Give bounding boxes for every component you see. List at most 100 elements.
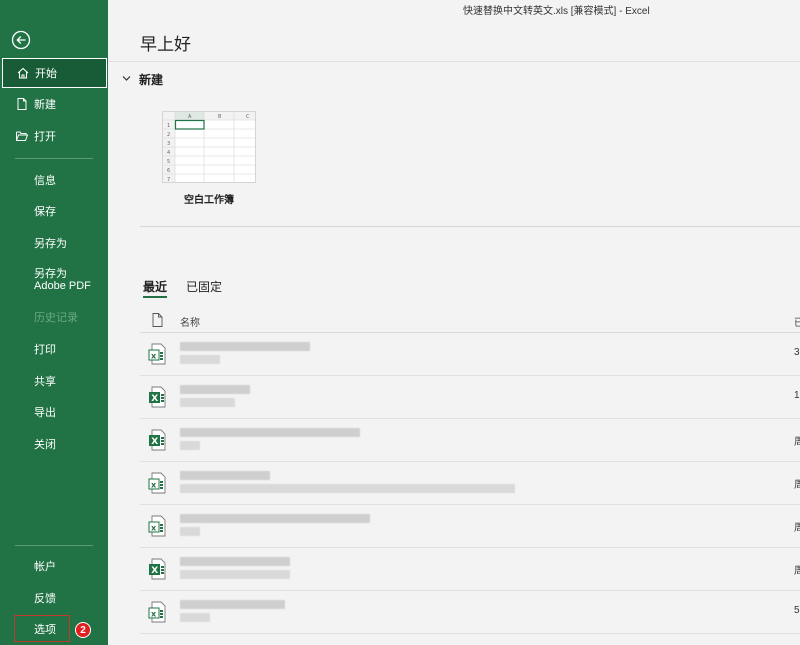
redacted-file-path — [180, 484, 515, 493]
redacted-file-path — [180, 613, 210, 622]
sidebar-item-label: 另存为 — [34, 238, 67, 250]
sidebar-item-label: 打印 — [34, 344, 56, 356]
sidebar-item-info[interactable]: 信息 — [0, 165, 108, 195]
spreadsheet-grid-icon: A B C 1 2 3 4 5 6 7 — [163, 112, 255, 183]
folder-open-icon — [16, 131, 29, 141]
redacted-file-path — [180, 398, 235, 407]
sidebar-item-save-as-pdf[interactable]: 另存为 Adobe PDF — [0, 264, 100, 294]
sidebar-item-label: 历史记录 — [34, 312, 78, 324]
sidebar-item-account[interactable]: 帐户 — [0, 551, 108, 581]
xlsx-file-icon: X — [149, 386, 166, 408]
header-divider — [108, 61, 800, 62]
redacted-file-name — [180, 600, 285, 609]
redacted-file-name — [180, 514, 370, 523]
sidebar-item-label: 新建 — [34, 99, 56, 111]
thumb-row-label: 2 — [167, 132, 170, 138]
svg-text:x: x — [151, 481, 157, 490]
svg-text:X: X — [151, 394, 158, 404]
file-row[interactable]: X 周 — [140, 419, 800, 462]
svg-text:X: X — [151, 437, 158, 447]
svg-text:X: X — [151, 566, 158, 576]
file-date: 3 — [794, 347, 800, 358]
file-date: 周 — [794, 437, 800, 448]
file-date: 1 — [794, 390, 800, 401]
sidebar-item-label: 导出 — [34, 407, 56, 419]
file-row[interactable]: x 5 — [140, 591, 800, 634]
tab-recent[interactable]: 最近 — [143, 278, 167, 295]
backstage-sidebar: 开始 新建 打开 信息 保存 另存为 另存为 Adobe PDF 历史记录 打印… — [0, 0, 108, 645]
sidebar-item-save[interactable]: 保存 — [0, 196, 108, 226]
chevron-down-icon[interactable] — [122, 74, 131, 83]
sidebar-item-label: 另存为 Adobe PDF — [34, 268, 91, 292]
sidebar-item-label: 反馈 — [34, 593, 56, 605]
tab-pinned[interactable]: 已固定 — [186, 278, 222, 295]
file-row[interactable]: x 周 — [140, 505, 800, 548]
xls-file-icon: x — [148, 601, 166, 623]
file-icon — [152, 313, 163, 327]
sidebar-divider — [15, 158, 93, 159]
sidebar-item-label: 关闭 — [34, 439, 56, 451]
sidebar-item-feedback[interactable]: 反馈 — [0, 583, 108, 613]
redacted-file-name — [180, 428, 360, 437]
xlsx-file-icon: X — [149, 429, 166, 451]
section-divider — [140, 226, 800, 227]
sidebar-item-close[interactable]: 关闭 — [0, 429, 108, 459]
thumb-row-label: 3 — [167, 141, 170, 147]
file-date: 5 — [794, 605, 800, 616]
thumb-row-label: 5 — [167, 159, 170, 165]
backstage-main: 快速替换中文转英文.xls [兼容模式] - Excel 早上好 新建 A B … — [108, 0, 800, 645]
options-highlight-box — [14, 615, 70, 642]
column-header-date[interactable]: 已 — [794, 314, 800, 329]
redacted-file-name — [180, 385, 250, 394]
sidebar-item-history: 历史记录 — [0, 302, 108, 332]
sidebar-item-export[interactable]: 导出 — [0, 397, 108, 427]
thumb-col-label: B — [218, 114, 222, 120]
file-date: 周 — [794, 480, 800, 491]
xls-file-icon: x — [148, 343, 166, 365]
sidebar-item-label: 打开 — [34, 131, 56, 143]
xls-file-icon: x — [148, 515, 166, 537]
blank-workbook-label[interactable]: 空白工作簿 — [162, 191, 256, 206]
sidebar-item-share[interactable]: 共享 — [0, 366, 108, 396]
window-title: 快速替换中文转英文.xls [兼容模式] - Excel — [463, 6, 650, 17]
redacted-file-name — [180, 471, 270, 480]
thumb-col-label: C — [246, 114, 250, 120]
sidebar-item-label: 帐户 — [34, 561, 56, 573]
blank-workbook-thumbnail[interactable]: A B C 1 2 3 4 5 6 7 — [162, 111, 256, 183]
svg-text:x: x — [151, 352, 157, 361]
tab-active-indicator — [143, 296, 167, 298]
new-section-title: 新建 — [139, 73, 164, 87]
column-header-name[interactable]: 名称 — [180, 314, 200, 329]
sidebar-item-label: 保存 — [34, 206, 56, 218]
svg-text:x: x — [151, 610, 157, 619]
file-row[interactable]: x 周 — [140, 462, 800, 505]
file-date: 周 — [794, 523, 800, 534]
xlsx-file-icon: X — [149, 558, 166, 580]
sidebar-item-save-as[interactable]: 另存为 — [0, 228, 108, 258]
thumb-row-label: 4 — [167, 150, 170, 156]
sidebar-item-open[interactable]: 打开 — [0, 121, 108, 151]
sidebar-item-print[interactable]: 打印 — [0, 334, 108, 364]
sidebar-item-label: 开始 — [35, 68, 57, 80]
thumb-row-label: 7 — [167, 177, 170, 183]
step-badge: 2 — [75, 622, 91, 638]
thumb-row-label: 1 — [167, 123, 170, 129]
sidebar-item-home[interactable]: 开始 — [2, 58, 107, 88]
file-row[interactable]: X 周 — [140, 548, 800, 591]
file-list-header: 名称 已 — [140, 309, 800, 333]
sidebar-item-new[interactable]: 新建 — [0, 89, 108, 119]
sidebar-divider — [15, 545, 93, 546]
redacted-file-path — [180, 355, 220, 364]
home-icon — [17, 67, 29, 79]
back-arrow-icon[interactable] — [11, 30, 31, 50]
svg-text:x: x — [151, 524, 157, 533]
thumb-col-label: A — [188, 114, 192, 120]
redacted-file-path — [180, 570, 290, 579]
file-date: 周 — [794, 566, 800, 577]
file-row[interactable]: X 1 — [140, 376, 800, 419]
page-title: 早上好 — [140, 35, 191, 54]
redacted-file-path — [180, 527, 200, 536]
redacted-file-path — [180, 441, 200, 450]
file-row[interactable]: x 3 — [140, 333, 800, 376]
redacted-file-name — [180, 342, 310, 351]
